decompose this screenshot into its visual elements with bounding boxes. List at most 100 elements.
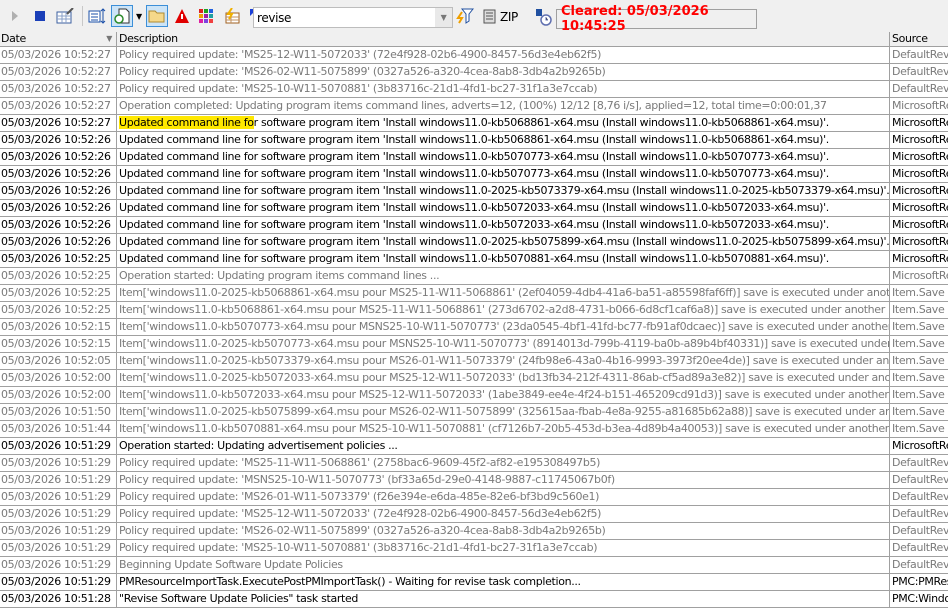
description-cell: Item['windows11.0-kb5070773-x64.msu pour… (119, 319, 890, 335)
table-row[interactable]: 05/03/2026 10:52:27 Policy required updat… (0, 47, 948, 64)
description-cell: Operation started: Updating advertisemen… (117, 438, 890, 454)
source-cell: DefaultRevi (892, 65, 948, 78)
table-row[interactable]: 05/03/2026 10:51:29 Policy required updat… (0, 540, 948, 557)
description-cell: Policy required update: 'MS26-02-W11-507… (117, 64, 890, 80)
description-cell: Item['windows11.0-2025-kb5068861-x64.msu… (119, 285, 890, 301)
source-cell: Item.Save (892, 371, 945, 384)
table-row[interactable]: 05/03/2026 10:51:29 Policy required updat… (0, 523, 948, 540)
table-row[interactable]: 05/03/2026 10:51:44 Item['windows11.0-kb5… (0, 421, 948, 438)
table-row[interactable]: 05/03/2026 10:52:26 Updated command line … (0, 217, 948, 234)
description-cell: Item['windows11.0-2025-kb5073379-x64.msu… (119, 353, 890, 369)
table-row[interactable]: 05/03/2026 10:51:29 PMResourceImportTask.… (0, 574, 948, 591)
description-cell: "Revise Software Update Policies" task s… (117, 591, 890, 607)
table-row[interactable]: 05/03/2026 10:52:26 Updated command line … (0, 234, 948, 251)
date-header-label: Date (1, 32, 26, 45)
description-cell: Policy required update: 'MS25-11-W11-506… (117, 455, 890, 471)
date-cell: 05/03/2026 10:51:44 (0, 421, 117, 437)
table-row[interactable]: 05/03/2026 10:52:27 Updated command line … (0, 115, 948, 132)
zip-label: ZIP (500, 9, 518, 24)
table-row[interactable]: 05/03/2026 10:52:27 Operation completed: … (0, 98, 948, 115)
zip-button[interactable]: ZIP (483, 9, 518, 24)
table-row[interactable]: 05/03/2026 10:52:25 Updated command line … (0, 251, 948, 268)
table-row[interactable]: 05/03/2026 10:51:29 Policy required updat… (0, 506, 948, 523)
description-cell: Item['windows11.0-kb5068861-x64.msu pour… (119, 302, 890, 318)
date-cell: 05/03/2026 10:51:28 (0, 591, 117, 607)
colors-icon[interactable] (196, 5, 218, 27)
column-header-source[interactable]: Source (890, 32, 948, 47)
date-cell: 05/03/2026 10:52:25 (0, 285, 117, 301)
source-cell: MicrosoftRe (892, 235, 948, 248)
source-cell: Item.Save (892, 303, 945, 316)
date-cell: 05/03/2026 10:52:26 (0, 166, 117, 182)
description-cell: Updated command line for software progra… (117, 217, 890, 233)
source-cell: MicrosoftRe (892, 167, 948, 180)
highlight-rules-icon[interactable] (221, 5, 243, 27)
description-cell: Policy required update: 'MSNS25-10-W11-5… (117, 472, 890, 488)
table-row[interactable]: 05/03/2026 10:51:29 Policy required updat… (0, 489, 948, 506)
description-cell: Updated command line for software progra… (117, 149, 890, 165)
table-row[interactable]: 05/03/2026 10:52:15 Item['windows11.0-202… (0, 336, 948, 353)
description-cell: Operation completed: Updating program it… (117, 98, 890, 114)
table-row[interactable]: 05/03/2026 10:52:05 Item['windows11.0-202… (0, 353, 948, 370)
table-row[interactable]: 05/03/2026 10:51:29 Policy required updat… (0, 455, 948, 472)
search-dropdown-arrow-icon[interactable]: ▼ (435, 8, 452, 27)
filter-icon[interactable] (456, 8, 475, 27)
description-cell: Updated command line for software progra… (117, 132, 890, 148)
table-row[interactable]: 05/03/2026 10:52:26 Updated command line … (0, 166, 948, 183)
archive-icon (483, 9, 496, 24)
date-cell: 05/03/2026 10:51:29 (0, 523, 117, 539)
source-cell: MicrosoftRe (892, 150, 948, 163)
description-cell: Beginning Update Software Update Policie… (117, 557, 890, 573)
table-row[interactable]: 05/03/2026 10:52:15 Item['windows11.0-kb5… (0, 319, 948, 336)
table-row[interactable]: 05/03/2026 10:52:25 Item['windows11.0-202… (0, 285, 948, 302)
date-cell: 05/03/2026 10:51:29 (0, 472, 117, 488)
search-input[interactable]: revise (257, 11, 291, 25)
column-header-description[interactable]: Description (117, 32, 890, 47)
table-row[interactable]: 05/03/2026 10:52:26 Updated command line … (0, 132, 948, 149)
column-header-date[interactable]: Date ▼ (0, 32, 117, 47)
play-button[interactable] (4, 5, 26, 27)
source-cell: DefaultRevi (892, 473, 948, 486)
sort-dropdown-icon[interactable]: ▼ (106, 32, 112, 46)
scheduled-clear-icon[interactable] (534, 8, 552, 29)
table-row[interactable]: 05/03/2026 10:52:25 Operation started: Up… (0, 268, 948, 285)
source-cell: DefaultRevi (892, 558, 948, 571)
source-cell: MicrosoftRe (892, 99, 948, 112)
table-row[interactable]: 05/03/2026 10:51:28 "Revise Software Upda… (0, 591, 948, 608)
table-row[interactable]: 05/03/2026 10:52:25 Item['windows11.0-kb5… (0, 302, 948, 319)
table-row[interactable]: 05/03/2026 10:52:00 Item['windows11.0-kb5… (0, 387, 948, 404)
date-cell: 05/03/2026 10:52:27 (0, 64, 117, 80)
stop-button[interactable] (29, 5, 51, 27)
search-combo[interactable]: revise ▼ (253, 7, 453, 28)
table-row[interactable]: 05/03/2026 10:52:26 Updated command line … (0, 183, 948, 200)
open-folder-button[interactable] (145, 5, 168, 27)
source-cell: PMC:PMRes (892, 575, 948, 588)
table-row[interactable]: 05/03/2026 10:52:26 Updated command line … (0, 149, 948, 166)
log-table: 05/03/2026 10:52:27 Policy required updat… (0, 47, 948, 608)
table-row[interactable]: 05/03/2026 10:52:26 Updated command line … (0, 200, 948, 217)
source-cell: Item.Save (892, 320, 945, 333)
table-row[interactable]: 05/03/2026 10:52:27 Policy required updat… (0, 64, 948, 81)
table-row[interactable]: 05/03/2026 10:51:50 Item['windows11.0-202… (0, 404, 948, 421)
dropdown-arrow-icon[interactable]: ▼ (136, 12, 142, 21)
description-cell: Updated command line for software progra… (117, 166, 890, 182)
edit-table-icon[interactable] (54, 5, 76, 27)
table-row[interactable]: 05/03/2026 10:51:29 Beginning Update Soft… (0, 557, 948, 574)
date-cell: 05/03/2026 10:51:29 (0, 557, 117, 573)
source-cell: Item.Save (892, 405, 945, 418)
description-cell: Item['windows11.0-kb5070881-x64.msu pour… (119, 421, 890, 437)
table-row[interactable]: 05/03/2026 10:51:29 Operation started: Up… (0, 438, 948, 455)
autosize-columns-icon[interactable] (86, 5, 108, 27)
description-cell: Policy required update: 'MS25-10-W11-507… (117, 81, 890, 97)
source-cell: Item.Save (892, 422, 945, 435)
table-row[interactable]: 05/03/2026 10:51:29 Policy required updat… (0, 472, 948, 489)
log-history-button[interactable] (111, 5, 133, 27)
source-cell: DefaultRevi (892, 82, 948, 95)
date-cell: 05/03/2026 10:52:26 (0, 149, 117, 165)
table-row[interactable]: 05/03/2026 10:52:00 Item['windows11.0-202… (0, 370, 948, 387)
date-cell: 05/03/2026 10:52:26 (0, 183, 117, 199)
table-row[interactable]: 05/03/2026 10:52:27 Policy required updat… (0, 81, 948, 98)
error-filter-icon[interactable] (171, 5, 193, 27)
description-cell: Updated command line for software progra… (119, 183, 890, 199)
toolbar: ▼ revise ▼ ZIP Cleared: 05/03/2026 10:45:… (0, 0, 948, 34)
